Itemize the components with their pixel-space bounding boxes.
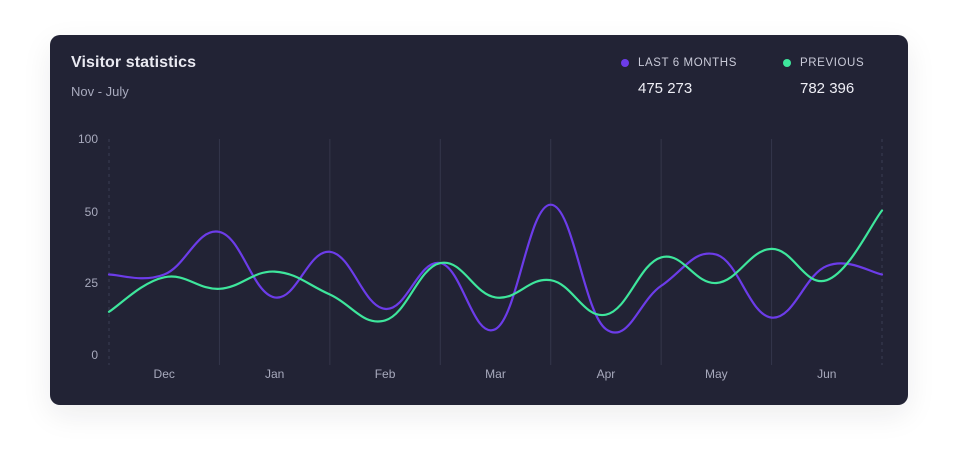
series-line-previous — [107, 209, 884, 323]
y-tick-label: 25 — [85, 276, 99, 290]
series-line-last-6-months — [107, 203, 884, 334]
x-tick-label: Dec — [154, 367, 175, 381]
visitor-line-chart: 0 25 50 100 Dec Jan Feb Mar Apr May Jun — [78, 132, 884, 381]
y-tick-label: 0 — [91, 348, 98, 362]
y-tick-label: 100 — [78, 132, 98, 146]
x-tick-label: Apr — [597, 367, 616, 381]
x-tick-label: Feb — [375, 367, 396, 381]
x-tick-label: Mar — [485, 367, 506, 381]
y-tick-label: 50 — [85, 205, 99, 219]
x-tick-label: Jan — [265, 367, 284, 381]
visitor-statistics-card: Visitor statistics Nov - July LAST 6 MON… — [50, 35, 908, 405]
x-tick-label: May — [705, 367, 728, 381]
x-tick-label: Jun — [817, 367, 836, 381]
